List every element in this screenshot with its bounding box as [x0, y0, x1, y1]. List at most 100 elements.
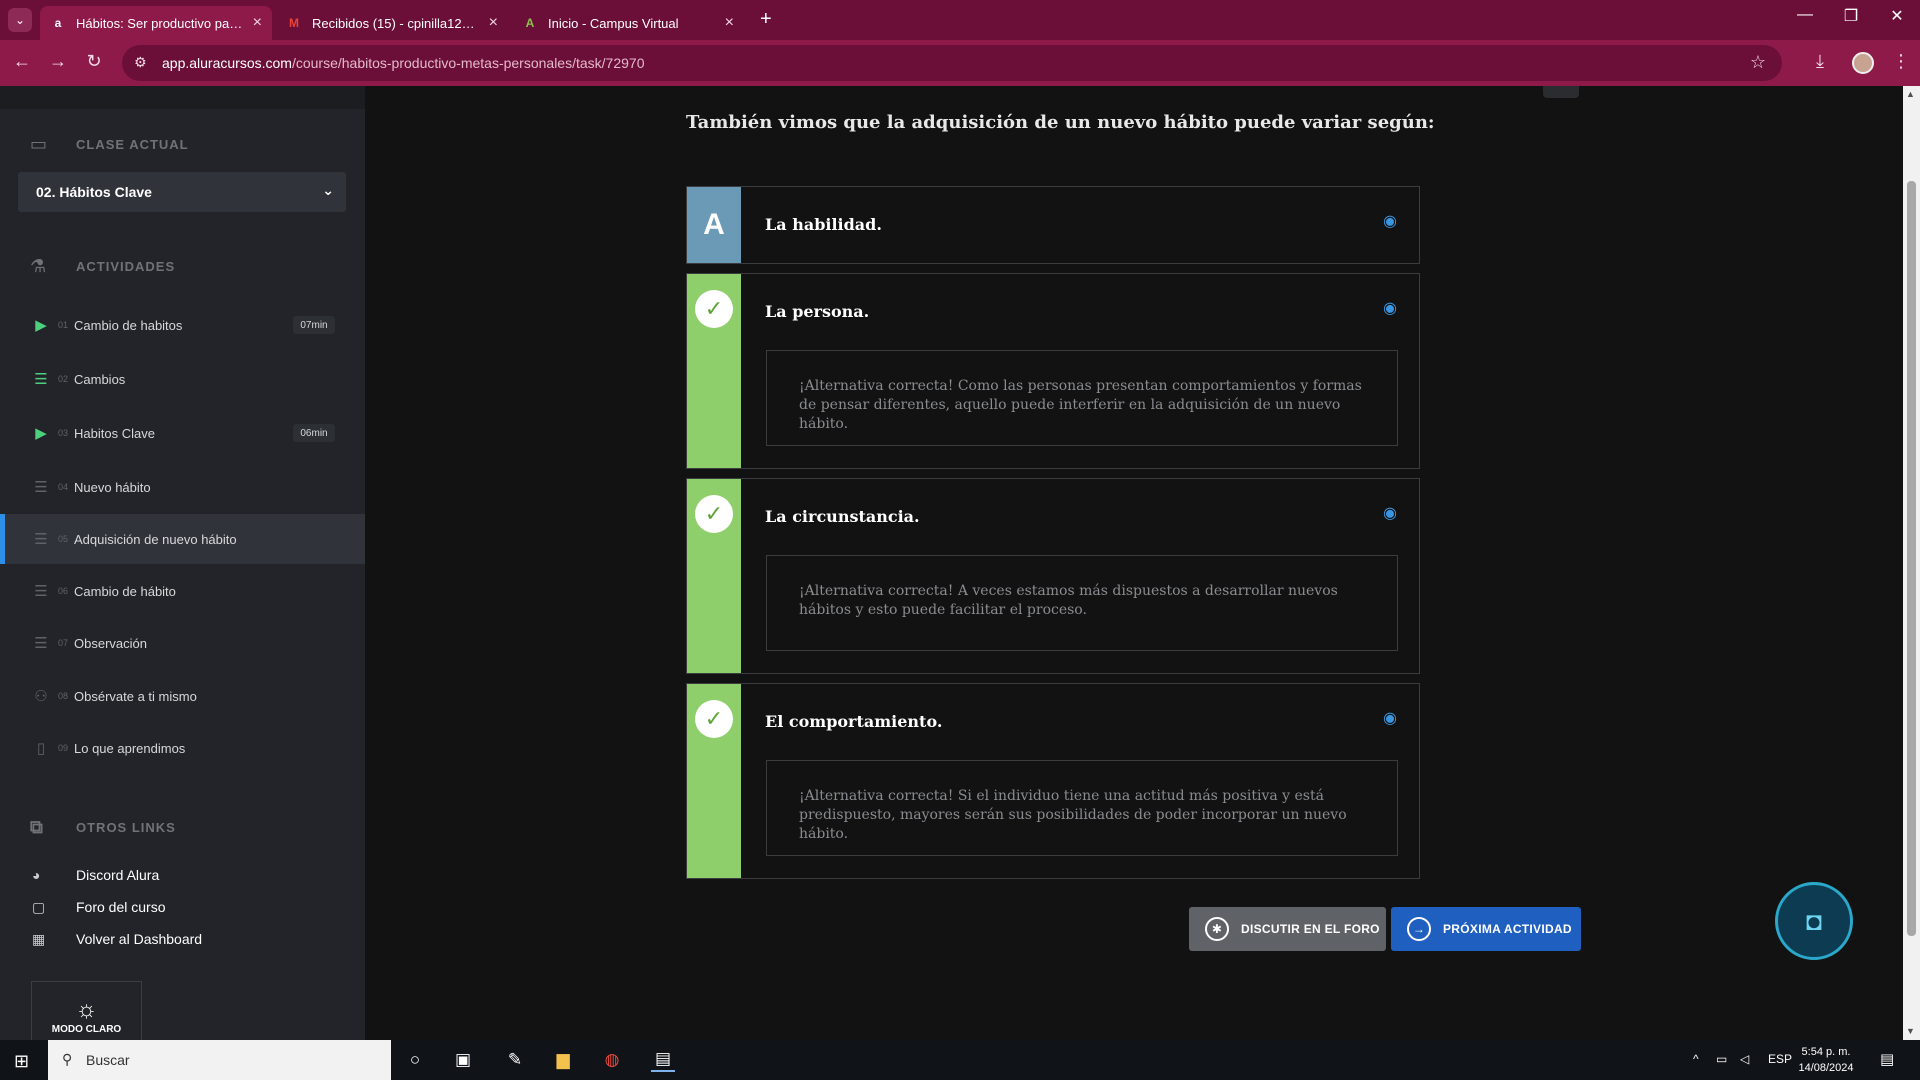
sidebar-top-strip — [0, 86, 365, 109]
chatbot-icon[interactable]: ◘ — [1775, 882, 1853, 960]
next-activity-button[interactable]: → PRÓXIMA ACTIVIDAD — [1391, 907, 1581, 951]
list-icon: ☰ — [34, 531, 48, 548]
dashboard-link[interactable]: ▦ Volver al Dashboard — [32, 928, 202, 950]
eye-icon[interactable]: ◉ — [1383, 211, 1397, 231]
sun-icon: ☼ — [75, 996, 98, 1023]
correct-strip: ✓ — [687, 684, 741, 878]
activity-item-05-current[interactable]: ☰ 05 Adquisición de nuevo hábito — [0, 514, 365, 564]
alternative-d[interactable]: ✓ El comportamiento. ◉ ¡Alternativa corr… — [686, 683, 1420, 879]
question-text: También vimos que la adquisición de un n… — [686, 112, 1435, 133]
scroll-down-icon[interactable]: ▼ — [1906, 1026, 1915, 1036]
lifebuoy-icon: ✱ — [1205, 917, 1229, 941]
discord-icon: ◕ — [32, 867, 41, 883]
language-indicator[interactable]: ESP — [1768, 1052, 1792, 1066]
activity-item-06[interactable]: ☰ 06 Cambio de hábito — [0, 566, 365, 616]
taskbar-search[interactable]: ⚲ Buscar — [48, 1040, 391, 1080]
discord-link[interactable]: ◕ Discord Alura — [32, 864, 159, 886]
activity-number: 06 — [58, 586, 69, 596]
page-scrollbar[interactable]: ▲ ▼ — [1903, 86, 1920, 1040]
section-title: OTROS LINKS — [76, 819, 176, 835]
chrome-icon[interactable]: ◍ — [600, 1048, 624, 1072]
browser-tab-active[interactable]: a Hábitos: Ser productivo para cu × — [40, 6, 272, 40]
activity-number: 07 — [58, 638, 69, 648]
discuss-forum-button[interactable]: ✱ DISCUTIR EN EL FORO — [1189, 907, 1386, 951]
check-icon: ✓ — [695, 700, 733, 738]
activity-item-09[interactable]: ▯ 09 Lo que aprendimos — [0, 723, 365, 773]
site-settings-icon[interactable]: ⚙ — [134, 54, 147, 71]
activity-number: 02 — [58, 374, 69, 384]
list-icon: ☰ — [34, 635, 48, 652]
restore-icon[interactable]: ❐ — [1828, 6, 1874, 26]
task-view-icon[interactable]: ▣ — [451, 1048, 475, 1072]
top-toggle[interactable] — [1543, 86, 1579, 98]
paint-app-icon[interactable]: ✎ — [503, 1048, 527, 1072]
cortana-icon[interactable]: ○ — [403, 1048, 427, 1072]
light-mode-button[interactable]: ☼ MODO CLARO — [31, 981, 142, 1040]
alternative-letter: A — [687, 187, 741, 263]
activity-label: Cambio de habitos — [74, 317, 183, 333]
alternative-b[interactable]: ✓ La persona. ◉ ¡Alternativa correcta! C… — [686, 273, 1420, 469]
eye-icon[interactable]: ◉ — [1383, 298, 1397, 318]
document-app-icon[interactable]: ▤ — [651, 1048, 675, 1072]
tab-search-chevron-icon[interactable]: ⌄ — [8, 8, 32, 32]
links-icon: ⧉ — [30, 816, 44, 837]
tab-title: Hábitos: Ser productivo para cu — [76, 15, 246, 31]
minimize-icon[interactable]: — — [1782, 6, 1828, 24]
more-menu-icon[interactable]: ⋮ — [1892, 51, 1910, 72]
notifications-icon[interactable]: ▤ — [1880, 1050, 1894, 1068]
volume-icon[interactable]: ◁ — [1740, 1052, 1749, 1066]
current-class-select[interactable]: 02. Hábitos Clave ⌄ — [18, 172, 346, 212]
close-tab-icon[interactable]: × — [725, 14, 734, 32]
alternative-a[interactable]: A La habilidad. ◉ — [686, 186, 1420, 264]
alternative-feedback: ¡Alternativa correcta! Como las personas… — [766, 350, 1398, 446]
back-icon[interactable]: ← — [10, 51, 34, 72]
bookmark-star-icon[interactable]: ☆ — [1750, 52, 1766, 73]
activity-item-02[interactable]: ☰ 02 Cambios — [0, 354, 365, 404]
campus-favicon-icon: A — [525, 16, 535, 30]
alternative-feedback: ¡Alternativa correcta! A veces estamos m… — [766, 555, 1398, 651]
activity-label: Lo que aprendimos — [74, 740, 186, 756]
close-tab-icon[interactable]: × — [253, 14, 262, 32]
network-icon[interactable]: ▭ — [1716, 1052, 1727, 1066]
windows-taskbar: ⊞ ⚲ Buscar ○ ▣ ✎ ▆ ◍ ▤ ^ ▭ ◁ ESP 5:54 p.… — [0, 1040, 1920, 1080]
forward-icon[interactable]: → — [46, 51, 70, 72]
close-tab-icon[interactable]: × — [489, 14, 498, 32]
url-path: /course/habitos-productivo-metas-persona… — [291, 55, 645, 71]
scroll-thumb[interactable] — [1907, 181, 1916, 936]
alternative-feedback: ¡Alternativa correcta! Si el individuo t… — [766, 760, 1398, 856]
binoculars-icon: ⚇ — [34, 688, 48, 705]
forum-link[interactable]: ▢ Foro del curso — [32, 896, 165, 918]
link-label: Volver al Dashboard — [76, 931, 203, 947]
profile-avatar[interactable] — [1852, 52, 1874, 74]
search-placeholder: Buscar — [86, 1052, 130, 1068]
alura-favicon-icon: a — [54, 16, 62, 30]
reload-icon[interactable]: ↻ — [82, 51, 106, 72]
course-sidebar: ▭ CLASE ACTUAL 02. Hábitos Clave ⌄ ⚗ ACT… — [0, 86, 365, 1040]
alternative-text: La persona. — [765, 302, 870, 321]
file-explorer-icon[interactable]: ▆ — [551, 1048, 575, 1072]
check-icon: ✓ — [695, 290, 733, 328]
section-title: ACTIVIDADES — [76, 258, 176, 274]
address-bar[interactable]: ⚙ app.aluracursos.com /course/habitos-pr… — [122, 45, 1782, 81]
activity-item-03[interactable]: ▶ 03 Habitos Clave 06min — [0, 408, 365, 458]
activity-item-01[interactable]: ▶ 01 Cambio de habitos 07min — [0, 300, 365, 350]
activity-number: 03 — [58, 428, 69, 438]
eye-icon[interactable]: ◉ — [1383, 708, 1397, 728]
list-icon: ☰ — [34, 583, 48, 600]
alternative-c[interactable]: ✓ La circunstancia. ◉ ¡Alternativa corre… — [686, 478, 1420, 674]
taskbar-clock[interactable]: 5:54 p. m. 14/08/2024 — [1796, 1044, 1856, 1076]
close-window-icon[interactable]: ✕ — [1874, 6, 1920, 26]
activity-item-08[interactable]: ⚇ 08 Obsérvate a ti mismo — [0, 671, 365, 721]
windows-start-icon[interactable]: ⊞ — [14, 1051, 29, 1072]
activity-number: 01 — [58, 320, 69, 330]
scroll-up-icon[interactable]: ▲ — [1906, 89, 1915, 99]
clock-time: 5:54 p. m. — [1801, 1046, 1851, 1058]
activity-item-07[interactable]: ☰ 07 Observación — [0, 618, 365, 668]
activity-item-04[interactable]: ☰ 04 Nuevo hábito — [0, 462, 365, 512]
download-icon[interactable]: ⤓ — [1816, 51, 1824, 72]
tray-chevron-icon[interactable]: ^ — [1693, 1052, 1699, 1066]
new-tab-icon[interactable]: + — [760, 8, 772, 31]
browser-tab-gmail[interactable]: M Recibidos (15) - cpinilla12@are × — [276, 6, 508, 40]
browser-tab-campus[interactable]: A Inicio - Campus Virtual × — [512, 6, 744, 40]
eye-icon[interactable]: ◉ — [1383, 503, 1397, 523]
